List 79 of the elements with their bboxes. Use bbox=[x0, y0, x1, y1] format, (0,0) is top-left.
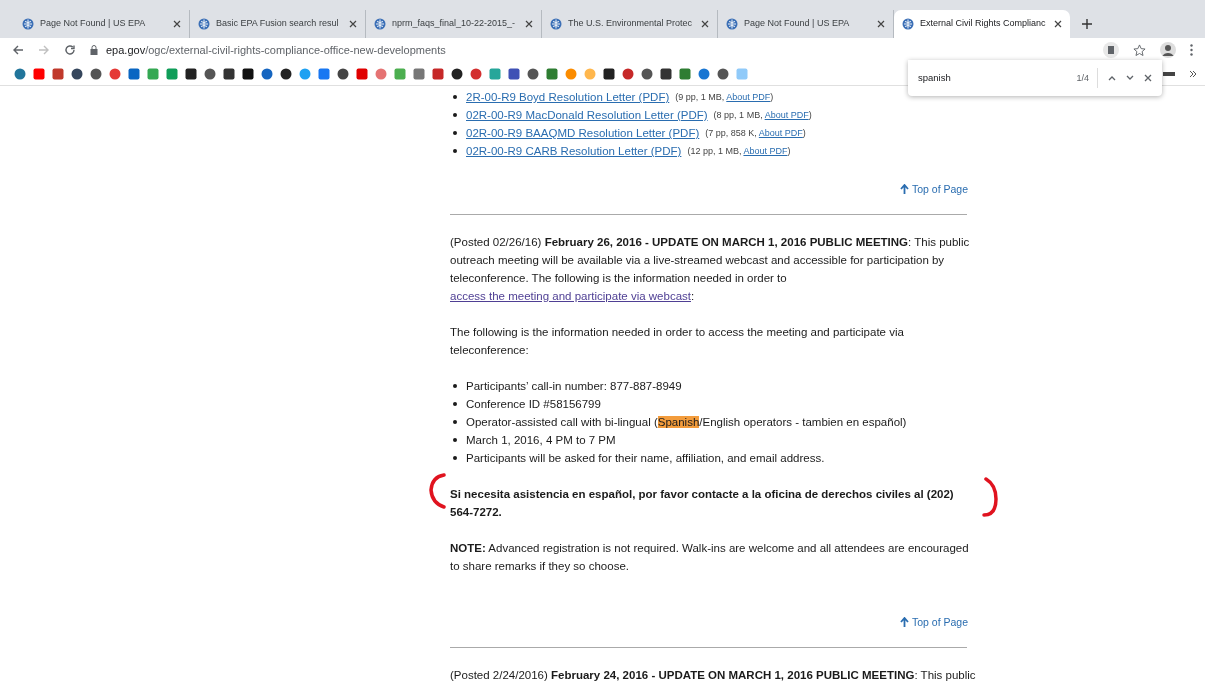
annotation-bracket bbox=[982, 477, 1000, 519]
file-info: (9 pp, 1 MB, About PDF) bbox=[675, 91, 774, 104]
about-pdf-link[interactable]: About PDF bbox=[764, 110, 809, 120]
bullet-icon bbox=[453, 113, 457, 117]
bookmark-favicon-icon[interactable] bbox=[508, 67, 520, 80]
up-arrow-icon bbox=[899, 184, 909, 194]
back-icon[interactable] bbox=[12, 44, 24, 56]
browser-tab[interactable]: External Civil Rights Complianc bbox=[894, 10, 1070, 38]
bookmark-favicon-icon[interactable] bbox=[185, 67, 197, 80]
info-paragraph: The following is the information needed in order to access the meeting and participate via teleconference: bbox=[450, 325, 905, 358]
close-icon[interactable] bbox=[1054, 20, 1062, 28]
globe-favicon-icon bbox=[22, 18, 34, 30]
post-paragraph: (Posted 2/24/2016) February 24, 2016 - UPDATE ON MARCH 1, 2016 PUBLIC MEETING: This public bbox=[450, 668, 977, 683]
close-icon[interactable] bbox=[525, 20, 533, 28]
bookmark-favicon-icon[interactable] bbox=[280, 67, 292, 80]
file-info: (12 pp, 1 MB, About PDF) bbox=[687, 145, 791, 158]
globe-favicon-icon bbox=[198, 18, 210, 30]
more-bookmarks-icon[interactable] bbox=[1189, 69, 1197, 78]
bookmark-favicon-icon[interactable] bbox=[337, 67, 349, 80]
bookmark-favicon-icon[interactable] bbox=[223, 67, 235, 80]
top-of-page-link[interactable]: Top of Page bbox=[899, 613, 968, 631]
bookmark-favicon-icon[interactable] bbox=[90, 67, 102, 80]
bullet-text: Participants will be asked for their name, affiliation, and email address. bbox=[466, 452, 825, 464]
lock-icon bbox=[90, 45, 98, 55]
bookmark-favicon-icon[interactable] bbox=[71, 67, 83, 80]
reload-icon[interactable] bbox=[64, 44, 76, 56]
reader-icon[interactable] bbox=[1103, 42, 1119, 58]
bullet-icon bbox=[453, 402, 457, 406]
file-info: (8 pp, 1 MB, About PDF) bbox=[713, 109, 812, 122]
bullet-text: March 1, 2016, 4 PM to 7 PM bbox=[466, 434, 616, 446]
bullet-icon bbox=[453, 149, 457, 153]
url-field[interactable]: epa.gov/ogc/external-civil-rights-compliance-office-new-developments bbox=[106, 41, 1089, 59]
close-icon[interactable] bbox=[877, 20, 885, 28]
bullet-icon bbox=[453, 131, 457, 135]
bookmark-favicon-icon[interactable] bbox=[451, 67, 463, 80]
star-icon[interactable] bbox=[1133, 43, 1146, 57]
globe-favicon-icon bbox=[550, 18, 562, 30]
file-info: (7 pp, 858 K, About PDF) bbox=[705, 127, 806, 140]
close-icon[interactable] bbox=[1144, 74, 1152, 82]
document-link[interactable]: 02R-00-R9 BAAQMD Resolution Letter (PDF) bbox=[466, 124, 700, 142]
bullet-icon bbox=[453, 95, 457, 99]
bullet-icon bbox=[453, 420, 457, 424]
bookmark-favicon-icon[interactable] bbox=[603, 67, 615, 80]
avatar-icon[interactable] bbox=[1160, 42, 1176, 58]
bullet-text: Participants’ call-in number: 877-887-8949 bbox=[466, 380, 682, 392]
webcast-link[interactable]: access the meeting and participate via webcast bbox=[450, 290, 691, 302]
about-pdf-link[interactable]: About PDF bbox=[758, 128, 803, 138]
bookmark-folder-icon[interactable] bbox=[1163, 71, 1175, 76]
bookmark-favicon-icon[interactable] bbox=[641, 67, 653, 80]
bookmark-favicon-icon[interactable] bbox=[204, 67, 216, 80]
spanish-notice: Si necesita asistencia en español, por favor contacte a la oficina de derechos civiles al (202) 564-7272. bbox=[450, 487, 955, 520]
next-match-icon[interactable] bbox=[1126, 75, 1134, 81]
annotation-bracket bbox=[428, 473, 446, 509]
top-of-page-link[interactable]: Top of Page bbox=[899, 180, 968, 198]
bookmark-favicon-icon[interactable] bbox=[242, 67, 254, 80]
match-count: 1/4 bbox=[1076, 68, 1098, 88]
bookmark-favicon-icon[interactable] bbox=[717, 67, 729, 80]
globe-favicon-icon bbox=[726, 18, 738, 30]
close-icon[interactable] bbox=[349, 20, 357, 28]
new-tab-icon[interactable] bbox=[1082, 19, 1092, 29]
up-arrow-icon bbox=[899, 617, 909, 627]
bullet-icon bbox=[453, 456, 457, 460]
post-paragraph: (Posted 02/26/16) February 26, 2016 - UPDATE ON MARCH 1, 2016 PUBLIC MEETING: This public outreach meeting will be available via a live-streamed webcast and accessible for participation by teleconference. The following is the information needed in order to access the meeting and participate via webcast: bbox=[450, 235, 971, 304]
note-paragraph: NOTE: Advanced registration is not required. Walk-ins are welcome and all attendees are encouraged to share remarks if they so choose. bbox=[450, 541, 970, 574]
bullet-icon bbox=[453, 438, 457, 442]
previous-match-icon[interactable] bbox=[1108, 75, 1116, 81]
find-input[interactable]: spanish bbox=[918, 70, 1067, 86]
bookmark-favicon-icon[interactable] bbox=[527, 67, 539, 80]
globe-favicon-icon bbox=[902, 18, 914, 30]
more-icon[interactable] bbox=[1190, 44, 1193, 56]
bullet-icon bbox=[453, 384, 457, 388]
bullet-text: Conference ID #58156799 bbox=[466, 398, 601, 410]
bookmark-favicon-icon[interactable] bbox=[660, 67, 672, 80]
globe-favicon-icon bbox=[374, 18, 386, 30]
document-link[interactable]: 02R-00-R9 MacDonald Resolution Letter (PDF) bbox=[466, 106, 708, 124]
close-icon[interactable] bbox=[701, 20, 709, 28]
document-link[interactable]: 2R-00-R9 Boyd Resolution Letter (PDF) bbox=[466, 88, 670, 106]
close-icon[interactable] bbox=[173, 20, 181, 28]
document-link[interactable]: 02R-00-R9 CARB Resolution Letter (PDF) bbox=[466, 142, 682, 160]
